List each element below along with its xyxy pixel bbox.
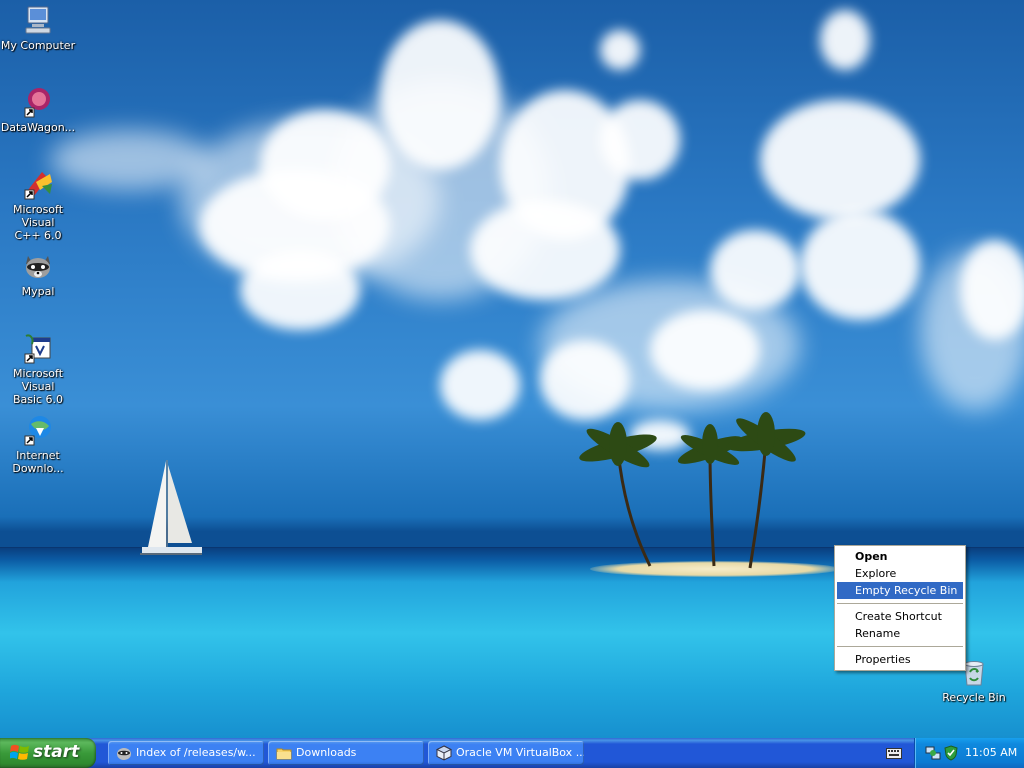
taskbar: start Index of /releases/w... Downloads … — [0, 738, 1024, 768]
mypal-raccoon-icon — [26, 256, 50, 278]
internet-download-manager-icon — [24, 416, 51, 446]
visual-basic-icon — [24, 334, 51, 364]
desktop-icon-datawagon[interactable]: DataWagon... — [0, 86, 76, 134]
menu-item-create-shortcut[interactable]: Create Shortcut — [837, 608, 963, 625]
windows-logo-icon — [10, 744, 29, 760]
folder-icon — [276, 748, 292, 760]
desktop-icon-label: Mypal — [21, 285, 55, 298]
security-shield-icon[interactable] — [943, 745, 959, 761]
mypal-raccoon-icon — [117, 748, 131, 760]
desktop-icon-internet-download-manager[interactable]: Internet Downlo... — [0, 414, 76, 475]
menu-separator — [837, 603, 963, 604]
taskbar-button-downloads[interactable]: Downloads — [268, 741, 424, 765]
taskbar-button-label: Oracle VM VirtualBox ... — [456, 746, 584, 759]
menu-item-explore[interactable]: Explore — [837, 565, 963, 582]
network-icon[interactable] — [925, 745, 941, 761]
taskbar-button-label: Downloads — [296, 746, 357, 759]
desktop-icon-label: Microsoft Visual — [12, 367, 64, 393]
system-tray: 11:05 AM — [914, 738, 1024, 768]
taskbar-button-virtualbox[interactable]: Oracle VM VirtualBox ... — [428, 741, 584, 765]
palm-trees-illustration — [579, 412, 806, 569]
desktop-icon-label: My Computer — [0, 39, 76, 52]
menu-item-open[interactable]: Open — [837, 548, 963, 565]
taskbar-button-label: Index of /releases/w... — [136, 746, 256, 759]
language-bar-icon[interactable] — [886, 746, 902, 760]
recycle-bin-context-menu: Open Explore Empty Recycle Bin Create Sh… — [834, 545, 966, 671]
taskbar-button-mypal-index[interactable]: Index of /releases/w... — [108, 741, 264, 765]
datawagon-icon — [24, 88, 50, 118]
visual-cpp-icon — [24, 172, 52, 200]
desktop-icon-label: DataWagon... — [0, 121, 76, 134]
virtualbox-icon — [436, 745, 452, 761]
my-computer-icon — [25, 6, 51, 34]
menu-item-properties[interactable]: Properties — [837, 651, 963, 668]
desktop-icon-label: Recycle Bin — [942, 691, 1006, 704]
system-clock[interactable]: 11:05 AM — [965, 746, 1017, 759]
desktop-icon-label: Internet — [16, 449, 60, 462]
start-button[interactable]: start — [0, 738, 96, 768]
desktop-icon-my-computer[interactable]: My Computer — [0, 4, 76, 52]
desktop-icon-label: Microsoft Visual — [12, 203, 64, 229]
menu-separator — [837, 646, 963, 647]
desktop-icon-label: Basic 6.0 — [12, 393, 64, 406]
desktop-icon-visual-basic[interactable]: Microsoft Visual Basic 6.0 — [0, 332, 76, 406]
desktop-icon-label: Downlo... — [12, 462, 64, 475]
desktop-icon-visual-cpp[interactable]: Microsoft Visual C++ 6.0 — [0, 168, 76, 242]
menu-item-empty-recycle-bin[interactable]: Empty Recycle Bin — [837, 582, 963, 599]
desktop-icon-mypal[interactable]: Mypal — [0, 250, 76, 298]
desktop-icon-label: C++ 6.0 — [14, 229, 62, 242]
start-label: start — [33, 742, 80, 762]
sailboat-illustration — [140, 460, 202, 555]
menu-item-rename[interactable]: Rename — [837, 625, 963, 642]
